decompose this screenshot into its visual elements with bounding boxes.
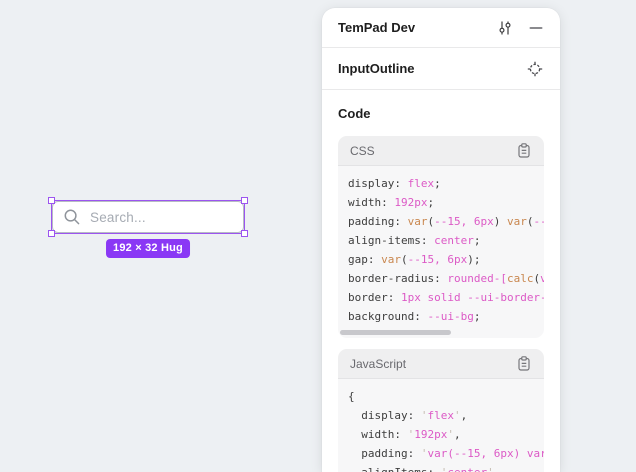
- locate-crosshair-icon[interactable]: [525, 59, 545, 79]
- css-scrollbar-track: [338, 328, 544, 338]
- code-line: border: 1px solid --ui-border-: [348, 288, 534, 307]
- code-line: display: flex;: [348, 174, 534, 193]
- code-line: width: '192px',: [348, 425, 534, 444]
- copy-clipboard-icon[interactable]: [515, 141, 533, 160]
- search-input[interactable]: Search...: [52, 201, 244, 233]
- code-line: width: 192px;: [348, 193, 534, 212]
- search-placeholder: Search...: [90, 210, 146, 225]
- code-line: align-items: center;: [348, 231, 534, 250]
- selection-handle-bottom-right[interactable]: [241, 230, 248, 237]
- minimize-icon[interactable]: [527, 19, 545, 37]
- javascript-block-header: JavaScript: [338, 349, 544, 379]
- code-line: border-radius: rounded-[calc(va: [348, 269, 534, 288]
- selected-component-row: InputOutline: [322, 48, 560, 90]
- code-line: display: 'flex',: [348, 406, 534, 425]
- selection-handle-bottom-left[interactable]: [48, 230, 55, 237]
- selection-handle-top-left[interactable]: [48, 197, 55, 204]
- selected-search-component[interactable]: Search...: [52, 201, 244, 233]
- code-line: alignItems: 'center',: [348, 463, 534, 472]
- css-block-label: CSS: [350, 144, 375, 158]
- dimension-badge: 192 × 32 Hug: [106, 239, 190, 258]
- code-section: Code CSS display: flex;width: 192px;padd…: [322, 90, 560, 472]
- tempad-dev-plugin-panel: TemPad Dev InputOutline: [322, 8, 560, 472]
- code-section-title: Code: [338, 106, 544, 121]
- code-line: padding: var(--15, 6px) var(--: [348, 212, 534, 231]
- horizontal-scrollbar[interactable]: [340, 330, 451, 335]
- copy-clipboard-icon[interactable]: [515, 354, 533, 373]
- search-icon: [63, 208, 81, 226]
- css-code-block: CSS display: flex;width: 192px;padding: …: [338, 136, 544, 338]
- code-line: gap: var(--15, 6px);: [348, 250, 534, 269]
- component-name: InputOutline: [338, 61, 415, 76]
- code-line: padding: 'var(--15, 6px) var: [348, 444, 534, 463]
- css-block-header: CSS: [338, 136, 544, 166]
- panel-header: TemPad Dev: [322, 8, 560, 48]
- settings-sliders-icon[interactable]: [495, 18, 515, 38]
- selection-handle-top-right[interactable]: [241, 197, 248, 204]
- javascript-code-block: JavaScript { display: 'flex', width: '19…: [338, 349, 544, 472]
- code-line: {: [348, 387, 534, 406]
- javascript-block-label: JavaScript: [350, 357, 406, 371]
- css-code[interactable]: display: flex;width: 192px;padding: var(…: [338, 166, 544, 328]
- javascript-code[interactable]: { display: 'flex', width: '192px', paddi…: [338, 379, 544, 472]
- code-line: background: --ui-bg;: [348, 307, 534, 326]
- panel-title: TemPad Dev: [338, 20, 415, 35]
